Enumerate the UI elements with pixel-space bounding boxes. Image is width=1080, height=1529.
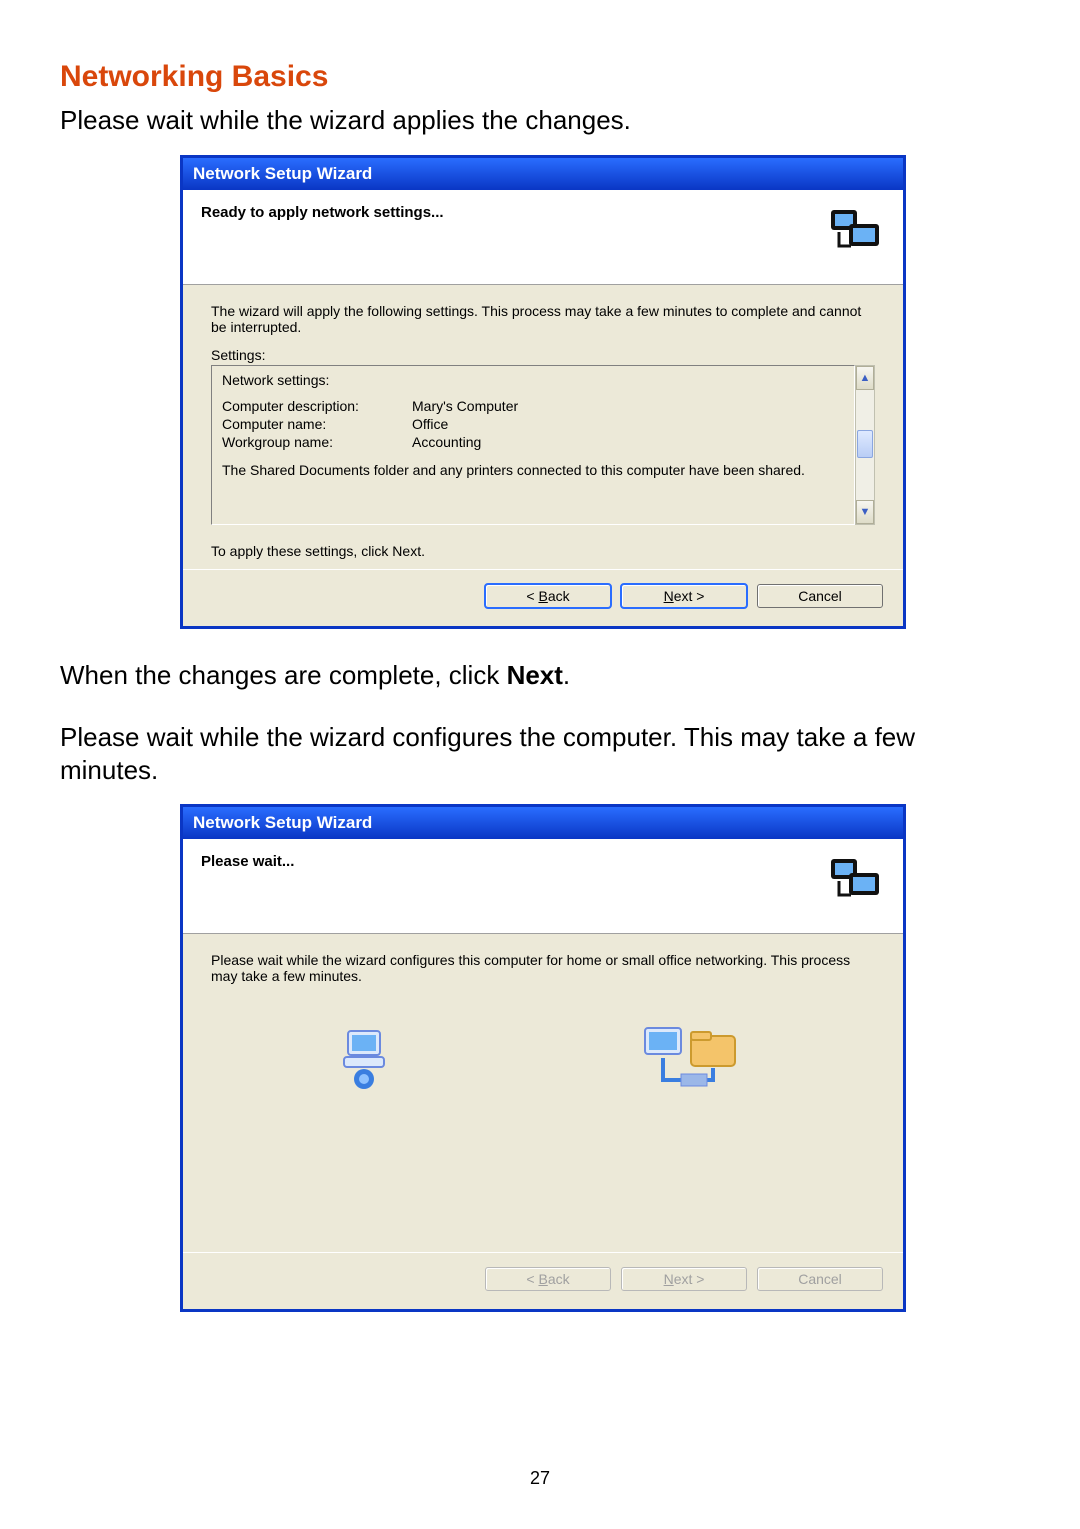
mid-text-1: When the changes are complete, click Nex…: [60, 659, 1020, 692]
mid-text-1b: .: [563, 660, 570, 690]
wizard1-intro: The wizard will apply the following sett…: [211, 303, 875, 335]
cancel-button[interactable]: Cancel: [757, 584, 883, 608]
next-rest: ext >: [674, 1271, 705, 1287]
back-rest: ack: [548, 1271, 570, 1287]
scroll-down-icon[interactable]: ▼: [856, 500, 874, 524]
next-underline: N: [664, 588, 674, 604]
network-share-icon: [641, 1024, 751, 1097]
wizard2-body: Please wait while the wizard configures …: [211, 952, 875, 984]
next-button[interactable]: Next >: [621, 584, 747, 608]
network-setup-wizard-ready: Network Setup Wizard Ready to apply netw…: [180, 155, 906, 629]
settings-footer: The Shared Documents folder and any prin…: [222, 462, 844, 478]
wizard1-apply-hint: To apply these settings, click Next.: [211, 543, 875, 559]
settings-row-key: Computer description:: [222, 398, 412, 414]
network-setup-wizard-wait: Network Setup Wizard Please wait... Plea…: [180, 804, 906, 1312]
network-devices-icon: [829, 851, 885, 907]
wizard1-settings-box: Network settings: Computer description: …: [211, 365, 855, 525]
next-underline: N: [664, 1271, 674, 1287]
mid-text-1-bold: Next: [507, 660, 563, 690]
settings-row: Workgroup name: Accounting: [222, 434, 844, 450]
wizard1-footer: < Back Next > Cancel: [183, 569, 903, 626]
wizard2-footer: < Back Next > Cancel: [183, 1252, 903, 1309]
page-number: 27: [0, 1468, 1080, 1489]
wizard1-settings-label: Settings:: [211, 347, 875, 363]
back-button[interactable]: < Back: [485, 584, 611, 608]
wizard1-scrollbar[interactable]: ▲ ▼: [855, 365, 875, 525]
settings-row: Computer description: Mary's Computer: [222, 398, 844, 414]
settings-row-val: Office: [412, 416, 448, 432]
cancel-button: Cancel: [757, 1267, 883, 1291]
wizard2-illustration: [211, 1024, 875, 1097]
wizard1-titlebar[interactable]: Network Setup Wizard: [183, 158, 903, 190]
settings-header: Network settings:: [222, 372, 844, 388]
mid-text-2: Please wait while the wizard configures …: [60, 721, 1020, 786]
next-rest: ext >: [674, 588, 705, 604]
section-title: Networking Basics: [60, 60, 1020, 94]
settings-row: Computer name: Office: [222, 416, 844, 432]
network-devices-icon: [829, 202, 885, 258]
back-prefix: <: [526, 1271, 538, 1287]
wizard1-content: The wizard will apply the following sett…: [183, 285, 903, 569]
computer-icon: [336, 1027, 392, 1094]
settings-row-key: Computer name:: [222, 416, 412, 432]
settings-row-key: Workgroup name:: [222, 434, 412, 450]
next-button: Next >: [621, 1267, 747, 1291]
back-underline: B: [538, 1271, 547, 1287]
intro-text-1: Please wait while the wizard applies the…: [60, 104, 1020, 137]
back-underline: B: [538, 588, 547, 604]
back-button: < Back: [485, 1267, 611, 1291]
wizard2-header: Please wait...: [183, 839, 903, 934]
back-rest: ack: [548, 588, 570, 604]
wizard2-titlebar[interactable]: Network Setup Wizard: [183, 807, 903, 839]
wizard2-heading: Please wait...: [201, 853, 294, 870]
wizard2-content: Please wait while the wizard configures …: [183, 934, 903, 1252]
scroll-thumb[interactable]: [857, 430, 873, 458]
wizard1-heading: Ready to apply network settings...: [201, 204, 444, 221]
settings-row-val: Accounting: [412, 434, 481, 450]
scroll-up-icon[interactable]: ▲: [856, 366, 874, 390]
scroll-track[interactable]: [856, 390, 874, 500]
back-prefix: <: [526, 588, 538, 604]
wizard1-header: Ready to apply network settings...: [183, 190, 903, 285]
settings-row-val: Mary's Computer: [412, 398, 518, 414]
mid-text-1a: When the changes are complete, click: [60, 660, 507, 690]
